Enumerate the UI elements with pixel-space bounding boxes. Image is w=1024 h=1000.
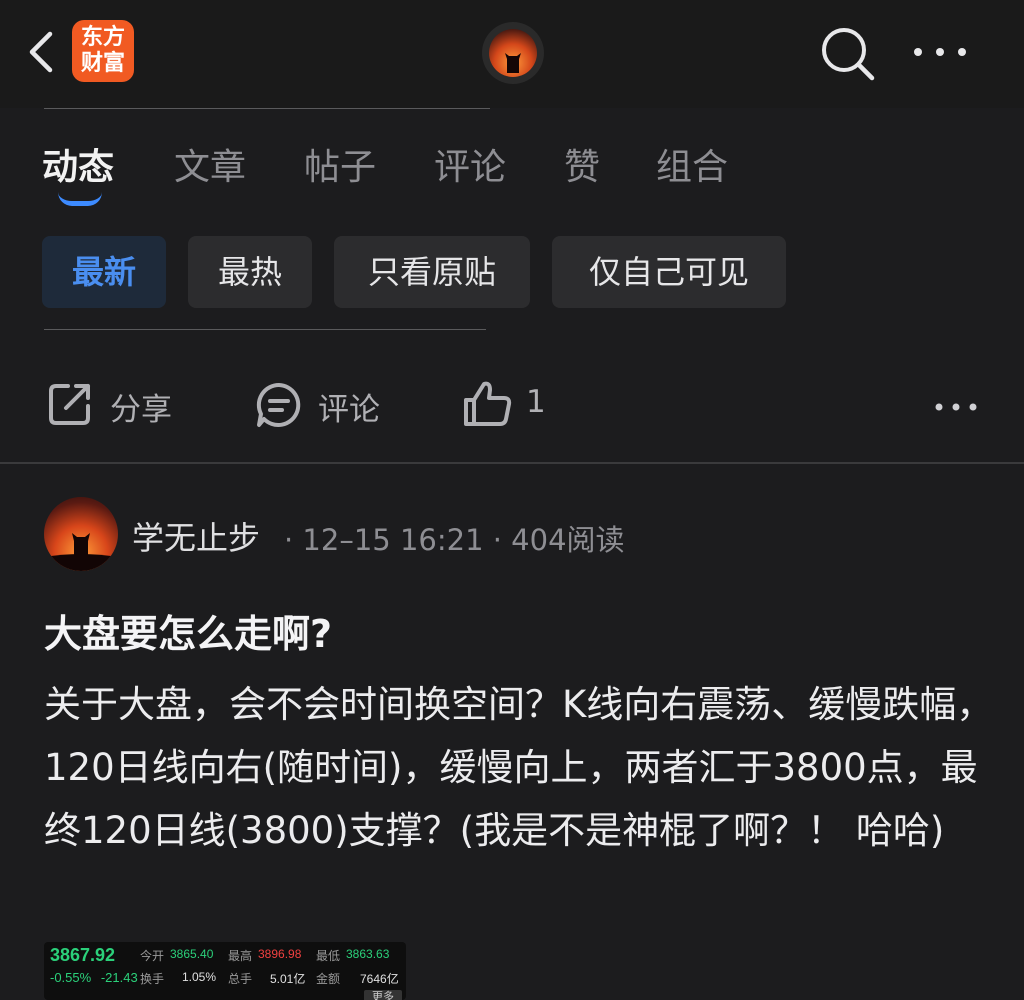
more-options-icon[interactable] [934, 400, 978, 414]
share-label[interactable]: 分享 [110, 384, 172, 429]
tab-portfolio[interactable]: 组合 [656, 138, 728, 190]
turnover-value: 1.05% [182, 970, 217, 984]
index-quote-card[interactable]: 3867.92 -0.55% -21.43 今开 3865.40 最高 3896… [44, 942, 406, 1000]
quote-more-button[interactable]: 更多 [364, 990, 402, 1000]
amount-label: 金额 [316, 972, 341, 986]
quote-change-pct: -0.55% [50, 970, 92, 985]
app-logo[interactable]: 东方 财富 [72, 20, 134, 82]
tab-posts[interactable]: 帖子 [304, 138, 376, 190]
more-icon[interactable] [912, 40, 968, 64]
filter-original-only[interactable]: 只看原贴 [334, 236, 530, 308]
search-icon[interactable] [818, 24, 878, 84]
open-value: 3865.40 [170, 947, 214, 961]
logo-text-2: 财富 [80, 51, 125, 76]
filter-latest[interactable]: 最新 [42, 236, 166, 308]
low-value: 3863.63 [346, 947, 390, 961]
tab-comments[interactable]: 评论 [434, 138, 506, 190]
quote-price: 3867.92 [50, 945, 116, 965]
comment-label[interactable]: 评论 [318, 384, 380, 429]
divider-line [44, 108, 490, 109]
author-name[interactable]: 学无止步 [132, 513, 260, 559]
share-icon[interactable] [46, 380, 94, 428]
logo-text-1: 东方 [80, 25, 125, 50]
high-value: 3896.98 [258, 947, 302, 961]
low-label: 最低 [316, 949, 341, 963]
quote-change: -0.55% -21.43 [50, 970, 138, 985]
open-label: 今开 [140, 949, 165, 963]
cat-silhouette-icon [505, 53, 521, 73]
back-icon[interactable] [22, 28, 62, 76]
post-title[interactable]: 大盘要怎么走啊? [44, 603, 332, 658]
filter-self-visible[interactable]: 仅自己可见 [552, 236, 786, 308]
quote-change-abs: -21.43 [100, 970, 138, 985]
filter-hottest[interactable]: 最热 [188, 236, 312, 308]
like-icon[interactable] [462, 378, 514, 430]
volume-label: 总手 [228, 972, 253, 986]
tab-dynamic[interactable]: 动态 [42, 138, 114, 190]
cat-silhouette-icon [44, 533, 118, 571]
author-avatar[interactable] [44, 497, 118, 571]
tab-articles[interactable]: 文章 [174, 138, 246, 190]
volume-value: 5.01亿 [270, 972, 306, 986]
turnover-label: 换手 [140, 972, 165, 986]
tab-likes[interactable]: 赞 [564, 138, 600, 190]
active-tab-indicator [58, 192, 102, 206]
comment-icon[interactable] [254, 380, 304, 430]
high-label: 最高 [228, 949, 253, 963]
divider-line [44, 329, 486, 330]
amount-value: 7646亿 [360, 972, 399, 986]
post-body[interactable]: 关于大盘，会不会时间换空间？K线向右震荡、缓慢跌幅，120日线向右(随时间)，缓… [44, 673, 994, 862]
like-count: 1 [526, 384, 546, 420]
post-divider [0, 462, 1024, 464]
top-bar: 东方 财富 [0, 0, 1024, 108]
post-meta: · 12–15 16:21 · 404阅读 [284, 523, 625, 557]
header-avatar[interactable] [482, 22, 544, 84]
action-row: 分享 评论 1 [0, 370, 1024, 440]
